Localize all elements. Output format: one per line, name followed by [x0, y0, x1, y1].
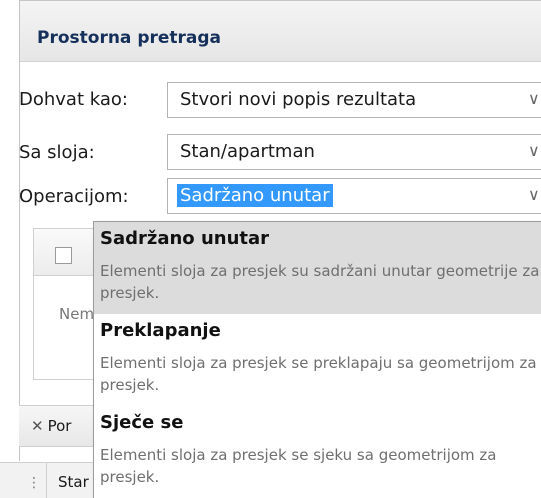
layer-select[interactable]: Stan/apartman ∨ — [167, 134, 541, 170]
operation-value[interactable]: Sadržano unutar — [177, 184, 333, 207]
operation-label: Operacijom: — [19, 186, 129, 207]
dropdown-option-intersects[interactable]: Sječe se Elementi sloja za presjek se sj… — [94, 406, 541, 498]
operation-dropdown-list: Sadržano unutar Elementi sloja za presje… — [93, 221, 541, 498]
option-description: Elementi sloja za presjek se preklapaju … — [100, 354, 537, 394]
layer-value: Stan/apartman — [180, 141, 315, 162]
close-icon: ✕ — [31, 417, 44, 435]
fetch-as-value: Stvori novi popis rezultata — [180, 89, 417, 110]
column-handle-icon: ⋮ — [27, 475, 41, 491]
option-title: Preklapanje — [100, 320, 221, 341]
select-all-checkbox[interactable] — [55, 247, 72, 264]
panel-title: Prostorna pretraga — [37, 28, 222, 48]
clear-button-label: Por — [47, 417, 72, 435]
chevron-down-icon[interactable]: ∨ — [528, 89, 540, 108]
panel-header: Prostorna pretraga — [20, 1, 541, 62]
operation-select[interactable]: Sadržano unutar ∨ — [167, 178, 541, 214]
layer-label: Sa sloja: — [19, 142, 95, 163]
bottom-column-header[interactable]: Star — [58, 473, 89, 491]
chevron-down-icon[interactable]: ∨ — [528, 185, 540, 204]
clear-button[interactable]: ✕ Por — [23, 413, 79, 439]
chevron-down-icon[interactable]: ∨ — [528, 141, 540, 160]
fetch-as-select[interactable]: Stvori novi popis rezultata ∨ — [167, 82, 541, 118]
option-title: Sadržano unutar — [100, 228, 270, 249]
fetch-as-label: Dohvat kao: — [19, 89, 128, 110]
dropdown-option-contained-within[interactable]: Sadržano unutar Elementi sloja za presje… — [94, 222, 541, 314]
dropdown-option-overlap[interactable]: Preklapanje Elementi sloja za presjek se… — [94, 314, 541, 406]
grid-empty-text: Nem — [59, 305, 95, 323]
option-title: Sječe se — [100, 412, 184, 433]
option-description: Elementi sloja za presjek su sadržani un… — [100, 262, 540, 302]
option-description: Elementi sloja za presjek se sjeku sa ge… — [100, 446, 497, 486]
column-separator — [46, 463, 47, 498]
